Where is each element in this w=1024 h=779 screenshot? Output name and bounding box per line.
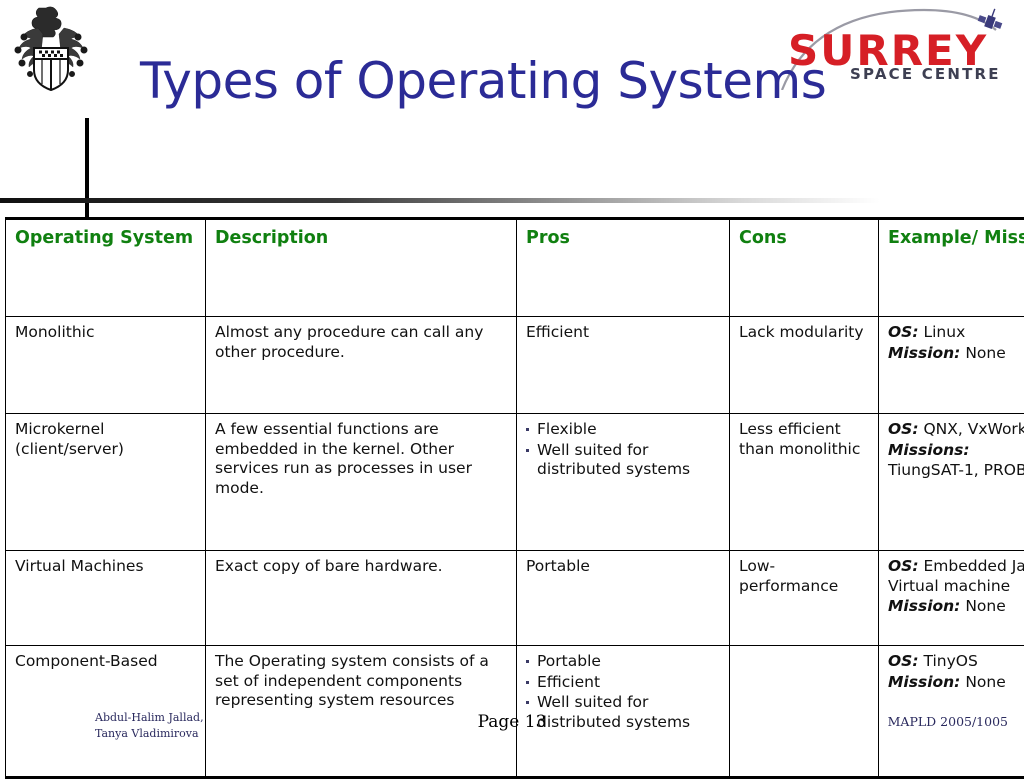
- table-row: Monolithic Almost any procedure can call…: [6, 317, 1024, 414]
- title-underline-gradient-bar: [0, 198, 880, 203]
- table-row: Microkernel (client/server) A few essent…: [6, 414, 1024, 551]
- cell-os-name: Monolithic: [6, 317, 206, 414]
- pros-bullet-list: Flexible Well suited for distributed sys…: [526, 420, 722, 480]
- cell-example-mission: OS: Linux Mission: None: [879, 317, 1024, 414]
- example-value-mission: None: [965, 344, 1005, 362]
- example-label-os: OS:: [888, 557, 919, 575]
- list-item: Flexible: [526, 420, 722, 440]
- cell-os-name: Virtual Machines: [6, 551, 206, 646]
- example-label-mission: Mission:: [888, 597, 960, 615]
- space-centre-subtitle: SPACE CENTRE: [850, 67, 1001, 82]
- cell-pros: Efficient: [517, 317, 730, 414]
- cell-cons: Less efficient than monolithic: [730, 414, 879, 551]
- cell-description: Almost any procedure can call any other …: [206, 317, 517, 414]
- title-vertical-rule: [85, 118, 89, 218]
- cell-cons: Low-performance: [730, 551, 879, 646]
- list-item: Efficient: [526, 673, 722, 693]
- cell-example-mission: OS: QNX, VxWorks Missions: TiungSAT-1, P…: [879, 414, 1024, 551]
- example-value-mission: None: [965, 597, 1005, 615]
- column-header-description: Description: [206, 219, 517, 317]
- example-value-os: QNX, VxWorks: [923, 420, 1024, 438]
- cell-pros: Flexible Well suited for distributed sys…: [517, 414, 730, 551]
- cell-pros: Portable: [517, 551, 730, 646]
- table-row: Virtual Machines Exact copy of bare hard…: [6, 551, 1024, 646]
- example-label-mission: Mission:: [888, 673, 960, 691]
- example-value-os: Linux: [923, 323, 965, 341]
- table-header-row: Operating System Description Pros Cons E…: [6, 219, 1024, 317]
- footer-page-number: Page 13: [0, 712, 1024, 732]
- example-label-os: OS:: [888, 420, 919, 438]
- cell-os-name: Microkernel (client/server): [6, 414, 206, 551]
- column-header-operating-system: Operating System: [6, 219, 206, 317]
- example-value-os: TinyOS: [923, 652, 977, 670]
- example-label-os: OS:: [888, 323, 919, 341]
- cell-example-mission: OS: Embedded Java Virtual machine Missio…: [879, 551, 1024, 646]
- cell-description: Exact copy of bare hardware.: [206, 551, 517, 646]
- list-item: Portable: [526, 652, 722, 672]
- example-value-missions: TiungSAT-1, PROBA: [888, 461, 1024, 479]
- example-value-mission: None: [965, 673, 1005, 691]
- operating-systems-comparison-table: Operating System Description Pros Cons E…: [5, 217, 1024, 779]
- footer-conference-id: MAPLD 2005/1005: [888, 714, 1008, 729]
- example-label-mission: Mission:: [888, 344, 960, 362]
- university-crest-logo: [8, 4, 94, 92]
- column-header-pros: Pros: [517, 219, 730, 317]
- list-item: Well suited for distributed systems: [526, 441, 722, 480]
- slide-title: Types of Operating Systems: [140, 56, 826, 106]
- cell-cons: Lack modularity: [730, 317, 879, 414]
- column-header-example-mission: Example/ Mission: [879, 219, 1024, 317]
- example-label-missions: Missions:: [888, 441, 970, 459]
- cell-description: A few essential functions are embedded i…: [206, 414, 517, 551]
- example-label-os: OS:: [888, 652, 919, 670]
- column-header-cons: Cons: [730, 219, 879, 317]
